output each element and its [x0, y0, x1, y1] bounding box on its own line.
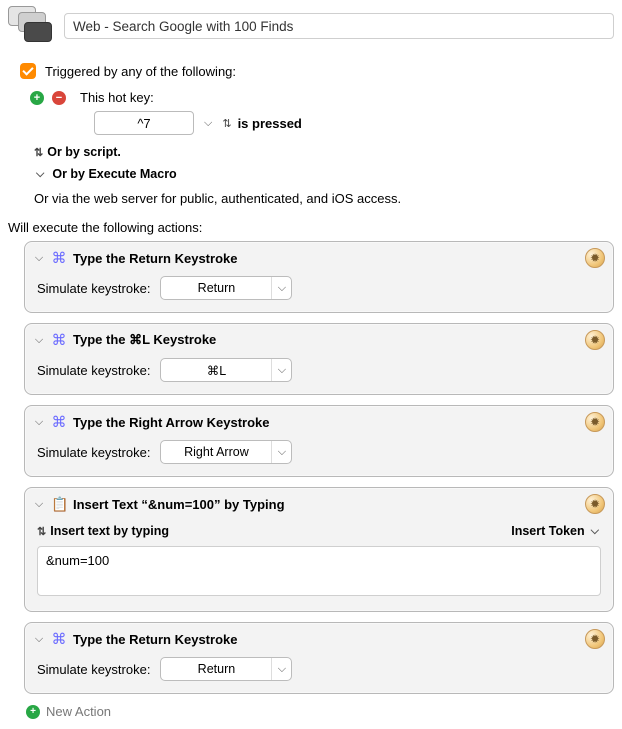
keystroke-value: ⌘L: [161, 359, 271, 381]
clipboard-icon: 📋: [51, 496, 67, 513]
disclosure-chevron-icon[interactable]: ⌵: [33, 416, 45, 429]
action-title: Type the Right Arrow Keystroke: [73, 415, 579, 430]
action-title: Type the Return Keystroke: [73, 632, 579, 647]
insert-by-typing-label: Insert text by typing: [50, 524, 169, 538]
chevron-down-icon[interactable]: ⌵: [271, 441, 291, 463]
pressed-label: is pressed: [238, 116, 302, 131]
will-execute-label: Will execute the following actions:: [8, 220, 614, 235]
or-by-execute-macro-label: Or by Execute Macro: [52, 167, 176, 181]
pressed-updown-icon[interactable]: ⇅: [222, 117, 229, 130]
triggered-by-label: Triggered by any of the following:: [45, 64, 236, 79]
simulate-label: Simulate keystroke:: [37, 445, 150, 460]
simulate-label: Simulate keystroke:: [37, 281, 150, 296]
keystroke-select[interactable]: Right Arrow ⌵: [160, 440, 292, 464]
disclosure-chevron-icon[interactable]: ⌵: [33, 498, 45, 511]
action-card: ⌵ 📋 Insert Text “&num=100” by Typing ✹ ⇅…: [24, 487, 614, 612]
chevron-down-icon[interactable]: ⌵: [271, 658, 291, 680]
insert-token-label: Insert Token: [511, 524, 584, 538]
keystroke-select[interactable]: ⌘L ⌵: [160, 358, 292, 382]
keystroke-value: Return: [161, 658, 271, 680]
chevron-down-icon: ⌵: [589, 525, 601, 538]
or-script-updown-icon[interactable]: ⇅: [34, 146, 41, 159]
action-title: Insert Text “&num=100” by Typing: [73, 497, 579, 512]
remove-trigger-icon[interactable]: −: [52, 91, 66, 105]
simulate-label: Simulate keystroke:: [37, 363, 150, 378]
gear-icon[interactable]: ✹: [585, 494, 605, 514]
keystroke-value: Right Arrow: [161, 441, 271, 463]
add-trigger-icon[interactable]: +: [30, 91, 44, 105]
action-card: ⌵ ⌘ Type the Right Arrow Keystroke ✹ Sim…: [24, 405, 614, 477]
hotkey-field[interactable]: [94, 111, 194, 135]
insert-text-field[interactable]: [37, 546, 601, 596]
actions-list: ⌵ ⌘ Type the Return Keystroke ✹ Simulate…: [24, 241, 614, 694]
hotkey-label: This hot key:: [80, 90, 154, 105]
command-icon: ⌘: [51, 331, 67, 349]
keystroke-select[interactable]: Return ⌵: [160, 657, 292, 681]
new-action-label: New Action: [46, 704, 111, 719]
insert-mode-updown-icon[interactable]: ⇅: [37, 525, 44, 538]
or-execute-chevron-icon[interactable]: ⌵: [34, 168, 46, 181]
gear-icon[interactable]: ✹: [585, 330, 605, 350]
gear-icon[interactable]: ✹: [585, 412, 605, 432]
chevron-down-icon[interactable]: ⌵: [271, 359, 291, 381]
gear-icon[interactable]: ✹: [585, 248, 605, 268]
disclosure-chevron-icon[interactable]: ⌵: [33, 252, 45, 265]
keystroke-value: Return: [161, 277, 271, 299]
or-webserver-label: Or via the web server for public, authen…: [34, 191, 614, 206]
command-icon: ⌘: [51, 413, 67, 431]
command-icon: ⌘: [51, 249, 67, 267]
action-card: ⌵ ⌘ Type the Return Keystroke ✹ Simulate…: [24, 622, 614, 694]
simulate-label: Simulate keystroke:: [37, 662, 150, 677]
action-title: Type the Return Keystroke: [73, 251, 579, 266]
action-title: Type the ⌘L Keystroke: [73, 332, 579, 348]
chevron-down-icon[interactable]: ⌵: [271, 277, 291, 299]
disclosure-chevron-icon[interactable]: ⌵: [33, 633, 45, 646]
triggered-enabled-checkbox[interactable]: [20, 63, 36, 79]
insert-token-button[interactable]: Insert Token ⌵: [511, 524, 601, 538]
app-icon: [8, 6, 52, 46]
hotkey-menu-chevron[interactable]: ⌵: [202, 117, 214, 130]
action-card: ⌵ ⌘ Type the ⌘L Keystroke ✹ Simulate key…: [24, 323, 614, 395]
keystroke-select[interactable]: Return ⌵: [160, 276, 292, 300]
gear-icon[interactable]: ✹: [585, 629, 605, 649]
add-icon: +: [26, 705, 40, 719]
new-action-button[interactable]: + New Action: [26, 704, 614, 719]
or-by-script-label: Or by script.: [47, 145, 121, 159]
macro-title-input[interactable]: [64, 13, 614, 39]
command-icon: ⌘: [51, 630, 67, 648]
action-card: ⌵ ⌘ Type the Return Keystroke ✹ Simulate…: [24, 241, 614, 313]
disclosure-chevron-icon[interactable]: ⌵: [33, 334, 45, 347]
